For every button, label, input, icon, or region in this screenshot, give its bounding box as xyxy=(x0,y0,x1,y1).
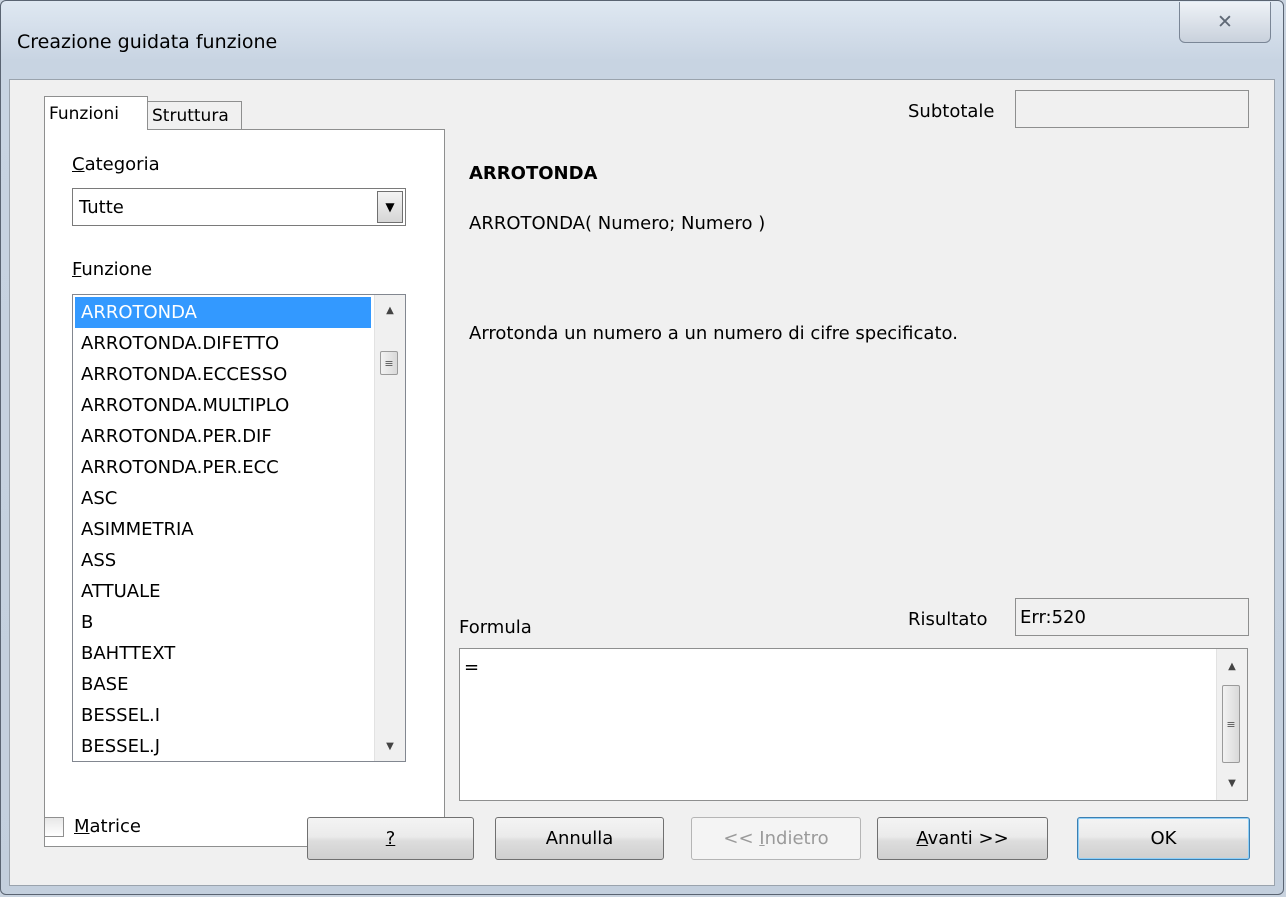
category-value: Tutte xyxy=(79,197,124,218)
help-button[interactable]: ? xyxy=(307,817,474,860)
list-item[interactable]: ASC xyxy=(75,483,371,514)
function-wizard-window: Creazione guidata funzione ✕ Funzioni St… xyxy=(0,0,1284,895)
tab-struttura-label: Struttura xyxy=(152,106,229,126)
result-value: Err:520 xyxy=(1020,607,1086,628)
subtotal-label: Subtotale xyxy=(908,101,995,122)
dialog-body: Funzioni Struttura Categoria Tutte ▼ Fun… xyxy=(9,79,1275,886)
matrix-label[interactable]: Matrice xyxy=(74,816,141,837)
result-label: Risultato xyxy=(908,609,988,630)
function-name: ARROTONDA xyxy=(469,163,598,184)
function-list-scrollbar[interactable]: ▲ ≡ ▼ xyxy=(374,295,405,761)
cancel-button[interactable]: Annulla xyxy=(495,817,664,860)
result-field: Err:520 xyxy=(1015,598,1249,636)
list-item[interactable]: ATTUALE xyxy=(75,576,371,607)
function-list-items: ARROTONDA ARROTONDA.DIFETTO ARROTONDA.ECCE… xyxy=(75,297,371,761)
next-button[interactable]: Avanti >> xyxy=(877,817,1048,860)
title-bar[interactable]: Creazione guidata funzione ✕ xyxy=(1,1,1283,79)
list-item[interactable]: ARROTONDA.PER.DIF xyxy=(75,421,371,452)
next-label: Avanti >> xyxy=(916,828,1009,849)
dropdown-button[interactable]: ▼ xyxy=(377,191,403,223)
close-button[interactable]: ✕ xyxy=(1179,2,1271,43)
function-description: Arrotonda un numero a un numero di cifre… xyxy=(469,323,958,344)
scroll-up-icon[interactable]: ▲ xyxy=(375,297,405,323)
list-item[interactable]: ARROTONDA.PER.ECC xyxy=(75,452,371,483)
matrix-checkbox[interactable] xyxy=(44,817,64,837)
scroll-thumb[interactable]: ≡ xyxy=(380,351,398,375)
cancel-label: Annulla xyxy=(545,828,614,849)
tab-struttura[interactable]: Struttura xyxy=(147,101,242,130)
functions-tab-panel: Categoria Tutte ▼ Funzione ARROTONDA ARRO… xyxy=(44,129,445,847)
function-label: Funzione xyxy=(72,259,153,280)
formula-input[interactable]: = ▲ ≡ ▼ xyxy=(459,648,1248,801)
list-item[interactable]: ARROTONDA.DIFETTO xyxy=(75,328,371,359)
scroll-down-icon[interactable]: ▼ xyxy=(375,733,405,759)
function-listbox[interactable]: ARROTONDA ARROTONDA.DIFETTO ARROTONDA.ECCE… xyxy=(72,294,406,762)
category-label: Categoria xyxy=(72,154,160,175)
list-item[interactable]: ARROTONDA.MULTIPLO xyxy=(75,390,371,421)
category-select[interactable]: Tutte ▼ xyxy=(72,188,406,226)
back-button[interactable]: << Indietro xyxy=(691,817,861,860)
subtotal-field xyxy=(1015,90,1249,128)
scroll-thumb[interactable]: ≡ xyxy=(1222,685,1240,763)
list-item[interactable]: BESSEL.J xyxy=(75,731,371,761)
ok-label: OK xyxy=(1150,828,1177,849)
list-item[interactable]: ARROTONDA xyxy=(75,297,371,328)
list-item[interactable]: BASE xyxy=(75,669,371,700)
ok-button[interactable]: OK xyxy=(1077,817,1250,860)
list-item[interactable]: BESSEL.I xyxy=(75,700,371,731)
formula-label: Formula xyxy=(459,617,532,638)
list-item[interactable]: ARROTONDA.ECCESSO xyxy=(75,359,371,390)
formula-value: = xyxy=(464,657,480,678)
list-item[interactable]: BAHTTEXT xyxy=(75,638,371,669)
chevron-down-icon: ▼ xyxy=(385,200,395,214)
tab-funzioni[interactable]: Funzioni xyxy=(44,96,148,130)
scroll-down-icon[interactable]: ▼ xyxy=(1217,770,1247,796)
close-icon: ✕ xyxy=(1217,11,1233,33)
list-item[interactable]: B xyxy=(75,607,371,638)
list-item[interactable]: ASIMMETRIA xyxy=(75,514,371,545)
formula-scrollbar[interactable]: ▲ ≡ ▼ xyxy=(1216,649,1247,800)
list-item[interactable]: ASS xyxy=(75,545,371,576)
help-label: ? xyxy=(385,828,396,849)
scroll-up-icon[interactable]: ▲ xyxy=(1217,653,1247,679)
tab-funzioni-label: Funzioni xyxy=(49,103,119,124)
function-syntax: ARROTONDA( Numero; Numero ) xyxy=(469,213,766,234)
back-label: << Indietro xyxy=(723,828,829,849)
window-title: Creazione guidata funzione xyxy=(17,31,278,53)
